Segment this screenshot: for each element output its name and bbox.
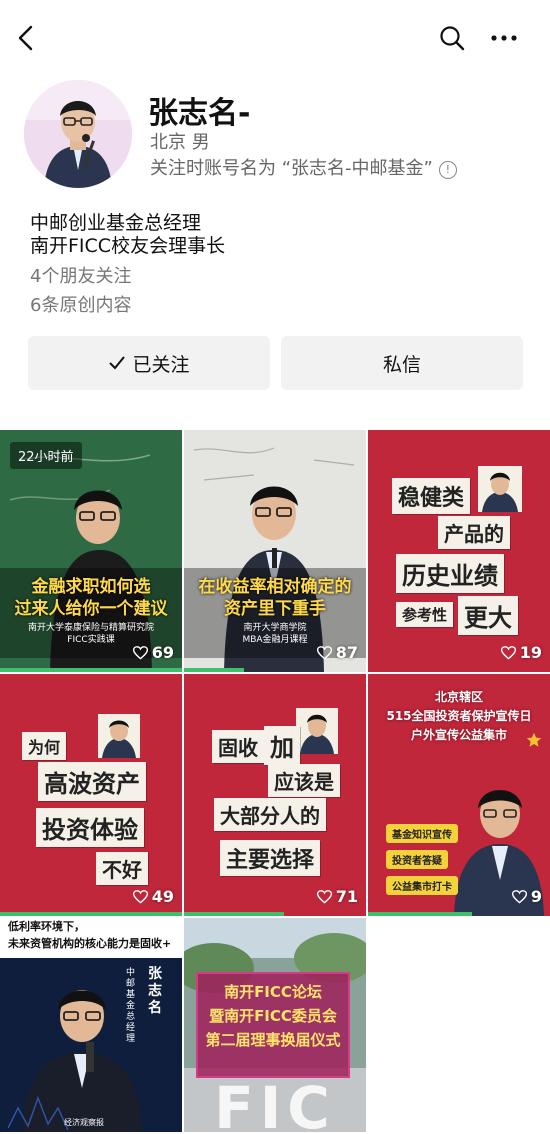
event-tag: 基金知识宣传 (386, 824, 458, 843)
bio-line: 南开FICC校友会理事长 (30, 235, 226, 257)
back-icon[interactable] (8, 20, 44, 56)
title-card: 投资体验 (36, 808, 144, 847)
like-count: 19 (500, 643, 542, 662)
speaker-title: 中邮基金总经理 (126, 968, 136, 1044)
heart-icon (132, 889, 148, 904)
like-count-value: 19 (519, 643, 542, 662)
title-card: 参考性 (396, 602, 454, 627)
video-tile[interactable]: 为何 高波资产 投资体验 不好 49 (0, 674, 182, 916)
video-source: 经济观察报 (64, 1118, 104, 1127)
speaker-name: 张志名 (148, 966, 162, 1016)
friends-following[interactable]: 4个朋友关注 (30, 262, 131, 288)
heart-icon (316, 889, 332, 904)
top-bar (0, 0, 550, 72)
title-card: 大部分人的 (214, 798, 326, 831)
heart-icon (132, 645, 148, 660)
star-icon (526, 732, 542, 747)
like-count: 71 (316, 887, 358, 906)
follow-name-note-row: 关注时账号名为 “张志名-中邮基金”! (150, 154, 457, 180)
watch-progress (0, 912, 182, 916)
heart-icon (511, 889, 527, 904)
like-count-value: 9 (530, 887, 542, 906)
video-title: 南开FICC论坛 暨南开FICC委员会 第二届理事换届仪式 (205, 983, 341, 1049)
video-caption: 金融求职如何选 过来人给你一个建议 (14, 577, 168, 619)
heart-icon (316, 645, 332, 660)
video-tile[interactable]: 北京辖区 515全国投资者保护宣传日 户外宣传公益集市 基金知识宣传 投资者答疑… (368, 674, 550, 916)
title-card: 应该是 (268, 764, 340, 797)
title-card: 更大 (458, 596, 518, 635)
like-count-value: 87 (335, 643, 358, 662)
followed-button[interactable]: 已关注 (28, 336, 270, 390)
title-card: 固收 (212, 730, 264, 763)
title-card: 不好 (96, 852, 148, 885)
video-tile[interactable]: 稳健类 产品的 历史业绩 参考性 更大 19 (368, 430, 550, 672)
followed-label: 已关注 (132, 353, 190, 376)
title-card: 主要选择 (220, 840, 321, 876)
watch-progress (0, 668, 182, 672)
like-count: 49 (132, 887, 174, 906)
heart-icon (500, 645, 516, 660)
video-tile[interactable]: 22小时前 金融求职如何选 过来人给你一个建议 南开大学泰康保险与精算研究院 F… (0, 430, 182, 672)
title-card: 为何 (22, 732, 67, 760)
video-tile[interactable]: 低利率环境下， 未来资管机构的核心能力是固收+ 张志名 中邮基金总经理 经济观察… (0, 918, 182, 1132)
like-count-value: 49 (151, 887, 174, 906)
profile-name: 张志名- (148, 96, 251, 131)
video-tile[interactable]: 南开FICC论坛 暨南开FICC委员会 第二届理事换届仪式 FIC (184, 918, 366, 1132)
video-tile[interactable]: 固收 加 应该是 大部分人的 主要选择 71 (184, 674, 366, 916)
like-count-value: 71 (335, 887, 358, 906)
info-icon[interactable]: ! (438, 160, 457, 179)
video-tile[interactable]: 在收益率相对确定的 资产里下重手 南开大学商学院 MBA金融月课程 87 (184, 430, 366, 672)
event-tag: 投资者答疑 (386, 850, 448, 869)
avatar[interactable] (24, 80, 132, 188)
title-card: 高波资产 (38, 762, 146, 801)
video-caption: 在收益率相对确定的 资产里下重手 (198, 577, 352, 619)
like-count: 87 (316, 643, 358, 662)
title-card: 稳健类 (392, 478, 471, 514)
search-icon[interactable] (434, 20, 470, 56)
message-label: 私信 (382, 353, 421, 376)
title-card: 历史业绩 (396, 554, 504, 593)
message-button[interactable]: 私信 (281, 336, 523, 390)
bio: 中邮创业基金总经理 南开FICC校友会理事长 (30, 212, 225, 258)
follow-name-note: 关注时账号名为 “张志名-中邮基金” (150, 158, 433, 179)
time-badge: 22小时前 (10, 442, 82, 469)
original-content-count[interactable]: 6条原创内容 (30, 291, 131, 317)
watermark-text: FIC (214, 1074, 336, 1132)
more-icon[interactable] (486, 20, 522, 56)
location-gender: 北京 男 (150, 132, 210, 153)
like-count: 69 (132, 643, 174, 662)
watch-progress (368, 912, 472, 916)
video-title: 北京辖区 515全国投资者保护宣传日 户外宣传公益集市 (386, 690, 532, 742)
video-title: 低利率环境下， 未来资管机构的核心能力是固收+ (8, 920, 172, 950)
title-card: 加 (264, 726, 300, 765)
bio-line: 中邮创业基金总经理 (30, 212, 202, 234)
like-count-value: 69 (151, 643, 174, 662)
watch-progress (184, 668, 244, 672)
event-tag: 公益集市打卡 (386, 876, 458, 895)
watch-progress (184, 912, 284, 916)
title-card: 产品的 (438, 516, 510, 549)
check-icon (109, 356, 126, 370)
like-count: 9 (511, 887, 542, 906)
